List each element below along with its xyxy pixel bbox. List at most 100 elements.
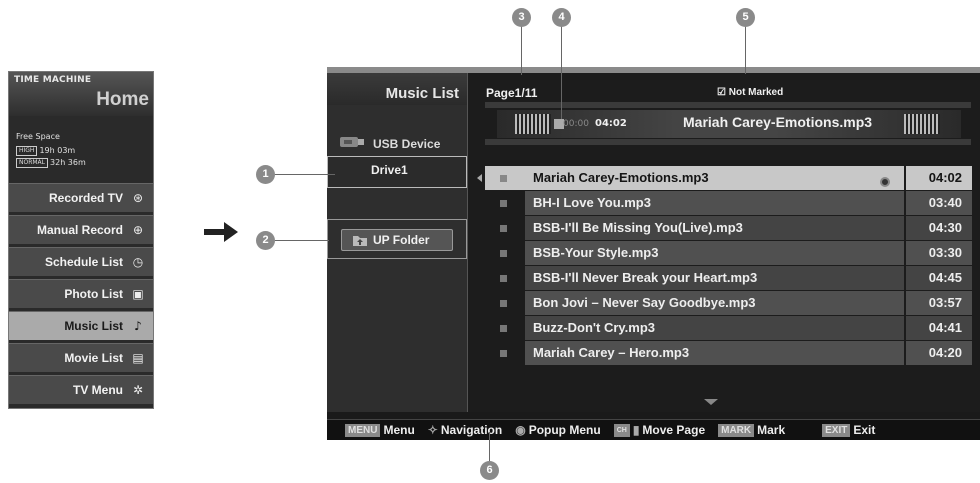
playing-dot-icon (880, 177, 890, 187)
song-duration: 04:41 (906, 315, 972, 340)
menu-key: MENU (345, 423, 381, 437)
ok-icon: ◉ (515, 423, 526, 437)
checkbox-square-icon (500, 349, 507, 357)
manual-record-icon: ⊕ (132, 223, 144, 237)
top-progress-track (485, 102, 971, 108)
menu-item-photo-list[interactable]: Photo List ▣ (9, 279, 153, 308)
song-title: Buzz-Don't Cry.mp3 (525, 315, 904, 340)
footer-exit-label: Exit (853, 423, 876, 437)
footer-popup[interactable]: ◉ Popup Menu (515, 423, 600, 437)
footer-mark-label: Mark (757, 423, 786, 437)
callout-2: 2 (256, 231, 275, 250)
checkbox-square-icon (500, 199, 507, 207)
song-row[interactable]: Mariah Carey-Emotions.mp3 04:02 (485, 165, 972, 190)
free-space-high: HIGH 19h 03m (16, 146, 75, 156)
mark-checkbox[interactable] (485, 191, 525, 215)
ch-key: CH (613, 423, 630, 437)
footer-menu[interactable]: MENU Menu (345, 423, 415, 437)
song-duration: 04:02 (906, 165, 972, 190)
callout-4: 4 (552, 8, 571, 27)
footer-bar: MENU Menu ✧ Navigation ◉ Popup Menu CH ▮ Move… (327, 419, 980, 440)
music-list-screen: Music List USB Device Drive1 UP Folder P… (327, 67, 980, 440)
menu-item-music-list[interactable]: Music List ♪ (9, 311, 153, 340)
menu-item-recorded-tv[interactable]: Recorded TV ⊛ (9, 183, 153, 212)
callout-3: 3 (512, 8, 531, 27)
footer-exit[interactable]: EXIT Exit (822, 423, 875, 437)
track-duration: 04:02 (595, 118, 627, 129)
mark-checkbox[interactable] (485, 266, 525, 290)
footer-mark[interactable]: MARK Mark (718, 423, 785, 437)
drive-label: Drive1 (371, 163, 408, 177)
callout-1: 1 (256, 165, 275, 184)
scroll-down-icon[interactable] (704, 399, 718, 405)
footer-menu-label: Menu (383, 423, 415, 437)
song-title: BSB-Your Style.mp3 (525, 240, 904, 265)
usb-device-label: USB Device (373, 137, 441, 151)
song-row[interactable]: BSB-I'll Never Break your Heart.mp3 04:45 (485, 265, 972, 290)
footer-move-page-label: Move Page (642, 423, 706, 437)
mark-checkbox[interactable] (485, 241, 525, 265)
time-machine-header: TIME MACHINE Home (9, 72, 153, 116)
song-row[interactable]: Buzz-Don't Cry.mp3 04:41 (485, 315, 972, 340)
up-folder-label: UP Folder (373, 233, 430, 247)
home-title: Home (96, 89, 149, 110)
song-row[interactable]: Bon Jovi – Never Say Goodbye.mp3 03:57 (485, 290, 972, 315)
mark-checkbox[interactable] (485, 291, 525, 315)
mark-checkbox[interactable] (485, 341, 525, 365)
movie-icon: ▤ (132, 351, 144, 365)
song-duration: 04:30 (906, 215, 972, 240)
menu-item-label: Manual Record (36, 223, 123, 237)
mark-checkbox[interactable] (485, 216, 525, 240)
mark-key: MARK (718, 423, 755, 437)
menu-item-label: TV Menu (73, 383, 123, 397)
song-row[interactable]: BSB-Your Style.mp3 03:30 (485, 240, 972, 265)
mark-checkbox[interactable] (485, 165, 525, 190)
normal-quality-badge: NORMAL (16, 158, 49, 168)
music-list-title-bar: Music List (327, 73, 467, 105)
gears-icon: ✲ (132, 383, 144, 397)
high-quality-badge: HIGH (16, 146, 38, 156)
footer-move-page[interactable]: CH ▮ Move Page (613, 423, 706, 437)
callout-4-line (561, 26, 562, 119)
free-space-label: Free Space (16, 132, 60, 141)
song-row[interactable]: BH-I Love You.mp3 03:40 (485, 190, 972, 215)
footer-navigation[interactable]: ✧ Navigation (428, 423, 502, 437)
callout-5: 5 (736, 8, 755, 27)
menu-item-manual-record[interactable]: Manual Record ⊕ (9, 215, 153, 244)
caret-left-icon (477, 174, 482, 182)
song-row[interactable]: BSB-I'll Be Missing You(Live).mp3 04:30 (485, 215, 972, 240)
mark-checkbox[interactable] (485, 316, 525, 340)
song-title: BSB-I'll Be Missing You(Live).mp3 (525, 215, 904, 240)
song-title: Mariah Carey – Hero.mp3 (525, 340, 904, 365)
high-time: 19h 03m (39, 146, 76, 155)
checkbox-square-icon (500, 324, 507, 332)
page-updown-icon: ▮ (632, 423, 640, 437)
song-title: BSB-I'll Never Break your Heart.mp3 (525, 265, 904, 290)
usb-icon (340, 137, 364, 147)
song-duration: 03:30 (906, 240, 972, 265)
page-title: Music List (385, 85, 459, 102)
menu-item-movie-list[interactable]: Movie List ▤ (9, 343, 153, 372)
normal-time: 32h 36m (50, 158, 86, 167)
equalizer-right-icon (904, 114, 940, 134)
song-row[interactable]: Mariah Carey – Hero.mp3 04:20 (485, 340, 972, 365)
recorded-tv-icon: ⊛ (132, 191, 144, 205)
callout-1-line (275, 174, 335, 175)
menu-item-schedule-list[interactable]: Schedule List ◷ (9, 247, 153, 276)
callout-6: 6 (480, 461, 499, 480)
menu-item-tv-menu[interactable]: TV Menu ✲ (9, 375, 153, 404)
checkbox-square-icon (500, 274, 507, 282)
footer-popup-label: Popup Menu (528, 423, 601, 437)
callout-3-line (521, 26, 522, 75)
marked-status: ☑ Not Marked (717, 87, 784, 98)
menu-item-label: Schedule List (44, 255, 123, 269)
folder-up-icon (353, 236, 367, 246)
song-duration: 04:20 (906, 340, 972, 365)
right-arrow-icon (204, 222, 238, 242)
song-duration: 03:40 (906, 190, 972, 215)
song-title: Bon Jovi – Never Say Goodbye.mp3 (525, 290, 904, 315)
checkbox-square-icon (500, 224, 507, 232)
now-playing-title: Mariah Carey-Emotions.mp3 (683, 114, 873, 130)
photo-icon: ▣ (132, 287, 144, 301)
playback-progress (485, 139, 971, 145)
